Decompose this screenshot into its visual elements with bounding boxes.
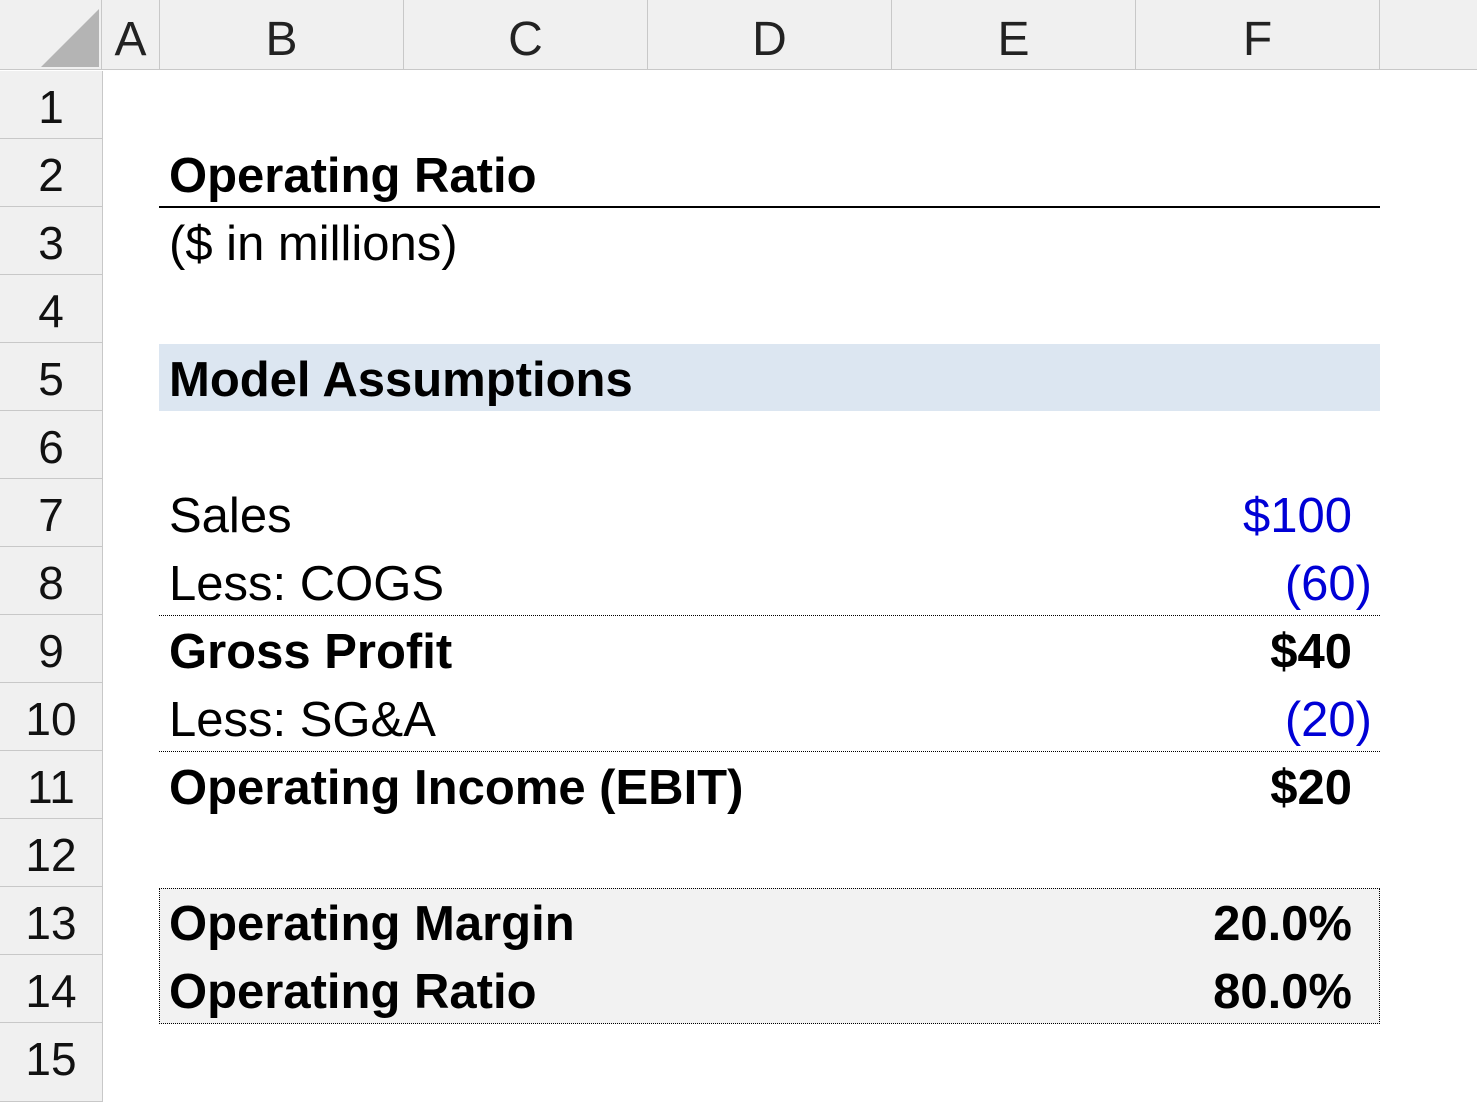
- row-header-11[interactable]: 11: [0, 751, 103, 819]
- row-header-2[interactable]: 2: [0, 139, 103, 207]
- row-header-8[interactable]: 8: [0, 547, 103, 615]
- column-header-a[interactable]: A: [102, 0, 160, 70]
- row-header-4[interactable]: 4: [0, 275, 103, 343]
- operating-ratio-label[interactable]: Operating Ratio: [169, 957, 537, 1025]
- gross-profit-label[interactable]: Gross Profit: [169, 617, 452, 685]
- row-header-9[interactable]: 9: [0, 615, 103, 683]
- sheet-title[interactable]: Operating Ratio: [169, 141, 537, 209]
- column-header-e[interactable]: E: [892, 0, 1136, 70]
- sales-value[interactable]: $100: [1136, 481, 1352, 549]
- column-header-b[interactable]: B: [160, 0, 404, 70]
- sga-label[interactable]: Less: SG&A: [169, 685, 436, 753]
- units-note[interactable]: ($ in millions): [169, 209, 458, 277]
- column-header-d[interactable]: D: [648, 0, 892, 70]
- gross-profit-value[interactable]: $40: [1136, 617, 1352, 685]
- column-header-filler: [1380, 0, 1477, 70]
- row-header-5[interactable]: 5: [0, 343, 103, 411]
- row-header-14[interactable]: 14: [0, 955, 103, 1023]
- operating-margin-value[interactable]: 20.0%: [1136, 889, 1352, 957]
- row-header-13[interactable]: 13: [0, 887, 103, 955]
- sga-value[interactable]: (20): [1136, 685, 1372, 753]
- sales-label[interactable]: Sales: [169, 481, 292, 549]
- select-all-corner[interactable]: [0, 0, 102, 70]
- operating-margin-label[interactable]: Operating Margin: [169, 889, 575, 957]
- row-header-15[interactable]: 15: [0, 1023, 103, 1102]
- cogs-label[interactable]: Less: COGS: [169, 549, 444, 617]
- spreadsheet: A B C D E F 1 2 3 4 5 6 7 8 9 10 11 12 1…: [0, 0, 1477, 1102]
- ebit-label[interactable]: Operating Income (EBIT): [169, 753, 743, 821]
- column-header-c[interactable]: C: [404, 0, 648, 70]
- row-header-6[interactable]: 6: [0, 411, 103, 479]
- row-header-7[interactable]: 7: [0, 479, 103, 547]
- select-all-triangle-icon: [41, 9, 99, 67]
- section-header-label[interactable]: Model Assumptions: [169, 345, 633, 413]
- row-header-12[interactable]: 12: [0, 819, 103, 887]
- column-header-f[interactable]: F: [1136, 0, 1380, 70]
- row-header-1[interactable]: 1: [0, 71, 103, 139]
- ebit-value[interactable]: $20: [1136, 753, 1352, 821]
- operating-ratio-value[interactable]: 80.0%: [1136, 957, 1352, 1025]
- row-header-3[interactable]: 3: [0, 207, 103, 275]
- row-header-10[interactable]: 10: [0, 683, 103, 751]
- cogs-value[interactable]: (60): [1136, 549, 1372, 617]
